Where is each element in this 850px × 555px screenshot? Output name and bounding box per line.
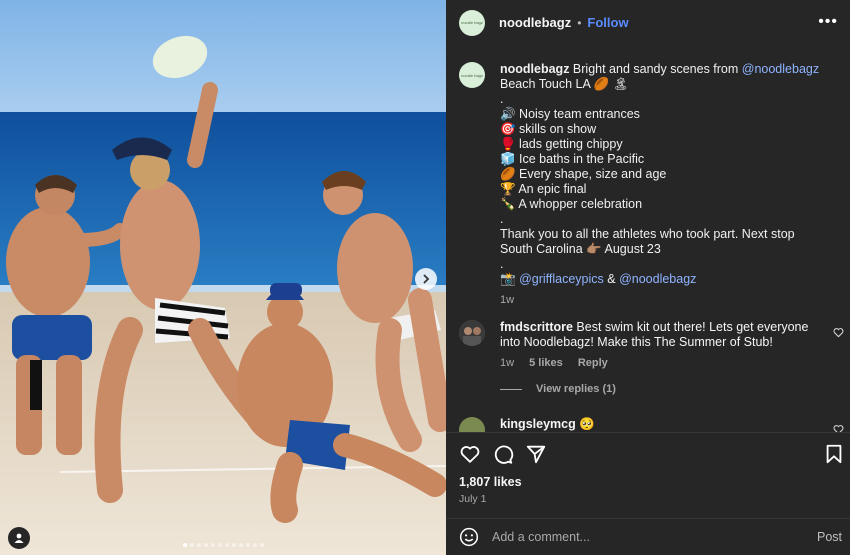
comment-item: fmdscrittore Best swim kit out there! Le…	[459, 320, 820, 371]
caption-dot: .	[500, 257, 504, 271]
post-comment-button[interactable]: Post	[817, 530, 842, 544]
share-button[interactable]	[525, 443, 547, 465]
header-username[interactable]: noodlebagz	[499, 15, 571, 30]
comment-username[interactable]: kingsleymcg	[500, 417, 576, 431]
comment-meta: 1w 5 likes Reply	[500, 356, 820, 371]
credit-amp: &	[603, 272, 620, 286]
avatar-image	[459, 320, 485, 346]
view-replies-button[interactable]: View replies (1)	[500, 383, 616, 395]
commenter-avatar[interactable]	[459, 417, 485, 432]
caption-list-item: 🧊 Ice baths in the Pacific	[500, 152, 645, 166]
carousel-dot	[189, 543, 194, 547]
comment-button[interactable]	[492, 443, 514, 465]
caption-list-item: 🍾 A whopper celebration	[500, 197, 643, 211]
view-replies-label: View replies (1)	[536, 383, 616, 395]
likes-count[interactable]: 1,807 likes	[459, 475, 522, 489]
bookmark-icon	[826, 444, 842, 464]
carousel-dot	[182, 543, 187, 547]
post-details-panel: noodle bagz noodlebagz • Follow ••• nood…	[446, 0, 850, 555]
caption-body: noodlebagz Bright and sandy scenes from …	[500, 62, 820, 308]
carousel-dot	[238, 543, 243, 547]
post-media[interactable]	[0, 0, 446, 555]
comments-scroll-area[interactable]: noodle bagz noodlebagz Bright and sandy …	[446, 45, 850, 432]
caption-list: 🔊 Noisy team entrances 🎯 skills on show 🥊 …	[500, 107, 820, 212]
caption-line: Beach Touch LA 🏉 🏝	[500, 77, 629, 91]
add-comment-bar: Post	[446, 518, 850, 555]
header-separator: •	[577, 15, 582, 30]
post-header: noodle bagz noodlebagz • Follow •••	[446, 0, 850, 45]
comment-time[interactable]: 1w	[500, 357, 514, 369]
carousel-dot	[203, 543, 208, 547]
beach-rugby-photo	[0, 0, 446, 555]
caption-text: Bright and sandy scenes from	[569, 62, 742, 76]
avatar[interactable]: noodle bagz	[459, 9, 485, 36]
comment-username[interactable]: fmdscrittore	[500, 320, 573, 334]
caption-list-item: 🥊 lads getting chippy	[500, 137, 623, 151]
comment-item: kingsleymcg 🥺	[459, 417, 820, 432]
caption-avatar[interactable]: noodle bagz	[459, 62, 485, 88]
carousel-next-button[interactable]	[415, 268, 437, 290]
carousel-indicator	[0, 543, 446, 547]
post-caption: noodle bagz noodlebagz Bright and sandy …	[459, 62, 820, 308]
caption-username[interactable]: noodlebagz	[500, 62, 569, 76]
reply-button[interactable]: Reply	[578, 357, 608, 369]
camera-emoji: 📸	[500, 272, 516, 286]
emoji-picker-button[interactable]	[459, 527, 479, 547]
caption-time[interactable]: 1w	[500, 293, 820, 308]
comment-input[interactable]	[492, 530, 782, 544]
commenter-avatar[interactable]	[459, 320, 485, 346]
carousel-dot	[224, 543, 229, 547]
caption-mention[interactable]: @noodlebagz	[742, 62, 819, 76]
comment-like-icon[interactable]	[833, 327, 844, 341]
caption-list-item: 🎯 skills on show	[500, 122, 597, 136]
carousel-dot	[210, 543, 215, 547]
carousel-dot	[217, 543, 222, 547]
save-button[interactable]	[823, 443, 845, 465]
caption-dot: .	[500, 92, 504, 106]
caption-thanks: Thank you to all the athletes who took p…	[500, 227, 795, 256]
caption-list-item: 🏆 An epic final	[500, 182, 587, 196]
comment-like-icon[interactable]	[833, 424, 844, 432]
credit-mention[interactable]: @grifflaceypics	[519, 272, 604, 286]
credit-mention[interactable]: @noodlebagz	[619, 272, 696, 286]
action-bar	[446, 432, 850, 472]
caption-list-item: 🔊 Noisy team entrances	[500, 107, 640, 121]
caption-dot: .	[500, 212, 504, 226]
carousel-dot	[196, 543, 201, 547]
heart-icon	[460, 446, 480, 463]
chevron-right-icon	[423, 274, 430, 284]
divider	[500, 388, 522, 390]
instagram-post: noodle bagz noodlebagz • Follow ••• nood…	[0, 0, 850, 555]
comment-body: kingsleymcg 🥺	[500, 417, 820, 432]
comment-icon	[494, 445, 514, 464]
carousel-dot	[259, 543, 264, 547]
like-button[interactable]	[459, 443, 481, 465]
comment-likes[interactable]: 5 likes	[529, 357, 563, 369]
post-date[interactable]: July 1	[459, 493, 486, 505]
comment-text: 🥺	[575, 417, 595, 431]
carousel-dot	[231, 543, 236, 547]
caption-list-item: 🏉 Every shape, size and age	[500, 167, 667, 181]
follow-button[interactable]: Follow	[587, 15, 628, 30]
carousel-dot	[245, 543, 250, 547]
emoji-icon	[459, 527, 479, 547]
comment-body: fmdscrittore Best swim kit out there! Le…	[500, 320, 820, 371]
more-options-button[interactable]: •••	[818, 13, 838, 31]
carousel-dot	[252, 543, 257, 547]
share-icon	[526, 445, 546, 464]
